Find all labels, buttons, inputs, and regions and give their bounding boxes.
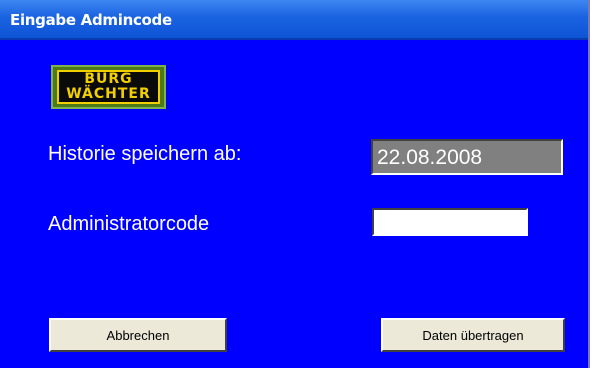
admin-code-label: Administratorcode xyxy=(48,213,210,235)
admin-code-input[interactable] xyxy=(372,208,528,236)
logo-badge: BURG WÄCHTER xyxy=(57,70,160,104)
submit-data-button[interactable]: Daten übertragen xyxy=(381,318,565,352)
history-label: Historie speichern ab: xyxy=(48,143,242,165)
cancel-button[interactable]: Abbrechen xyxy=(49,318,227,352)
window-title: Eingabe Admincode xyxy=(10,11,172,29)
title-bar[interactable]: Eingabe Admincode xyxy=(0,0,588,40)
logo-text-line2: WÄCHTER xyxy=(66,86,151,102)
logo-text-line1: BURG xyxy=(84,71,133,87)
dialog-window: Eingabe Admincode BURG WÄCHTER Historie … xyxy=(0,0,590,368)
burg-waechter-logo: BURG WÄCHTER xyxy=(51,65,166,109)
history-date-field[interactable]: 22.08.2008 xyxy=(371,139,563,175)
